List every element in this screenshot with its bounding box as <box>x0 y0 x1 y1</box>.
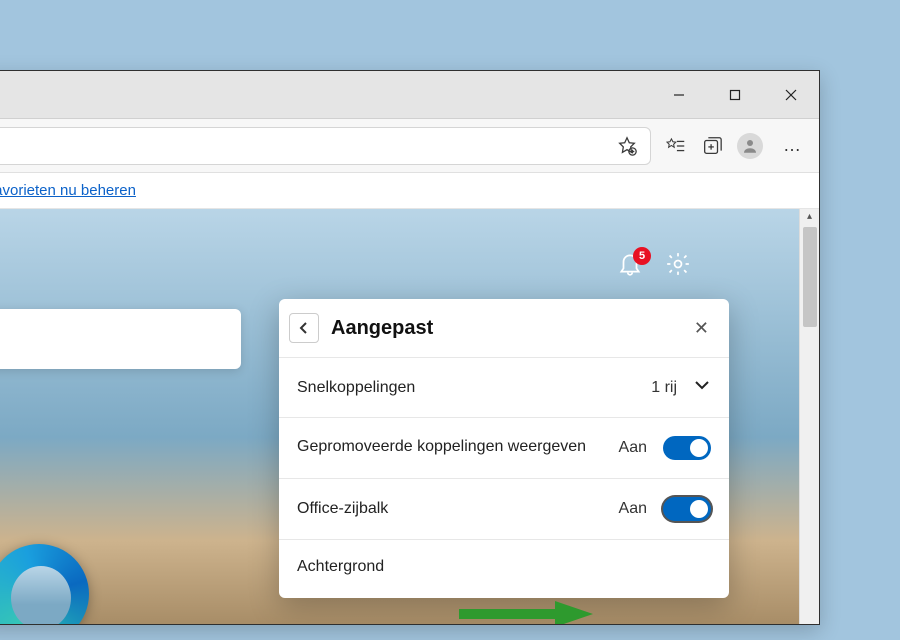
window-titlebar <box>0 71 819 119</box>
row-office-sidebar: Office-zijbalk Aan <box>279 478 729 539</box>
browser-window: … Favorieten nu beheren 5 <box>0 70 820 625</box>
row-shortcuts[interactable]: Snelkoppelingen 1 rij <box>279 357 729 417</box>
address-bar[interactable] <box>0 127 651 165</box>
close-window-button[interactable] <box>763 71 819 119</box>
maximize-button[interactable] <box>707 71 763 119</box>
manage-favorites-link[interactable]: Favorieten nu beheren <box>0 182 136 199</box>
ntp-actions: 5 <box>617 251 691 282</box>
favorites-infobar: Favorieten nu beheren <box>0 173 819 209</box>
row-office-value: Aan <box>619 500 647 518</box>
row-background[interactable]: Achtergrond <box>279 539 729 594</box>
notifications-button[interactable]: 5 <box>617 251 643 282</box>
page-settings-popup: Aangepast ✕ Snelkoppelingen 1 rij Geprom… <box>279 299 729 598</box>
profile-avatar[interactable] <box>737 133 763 159</box>
row-promoted-label: Gepromoveerde koppelingen weergeven <box>297 436 619 458</box>
row-shortcuts-label: Snelkoppelingen <box>297 379 651 397</box>
popup-title: Aangepast <box>331 317 688 340</box>
minimize-button[interactable] <box>651 71 707 119</box>
favorites-list-icon[interactable] <box>665 135 687 157</box>
row-promoted-value: Aan <box>619 439 647 457</box>
page-settings-button[interactable] <box>665 251 691 282</box>
promoted-links-toggle[interactable] <box>663 436 711 460</box>
ntp-search-bar[interactable] <box>0 309 241 369</box>
scroll-up-icon[interactable]: ▴ <box>800 211 819 222</box>
collections-icon[interactable] <box>701 135 723 157</box>
more-menu-icon[interactable]: … <box>777 135 809 156</box>
browser-toolbar: … <box>0 119 819 173</box>
row-background-label: Achtergrond <box>297 558 711 576</box>
add-favorite-icon[interactable] <box>616 135 638 157</box>
new-tab-content: 5 Aangepast ✕ <box>0 209 799 624</box>
popup-close-button[interactable]: ✕ <box>688 318 715 339</box>
row-promoted-links: Gepromoveerde koppelingen weergeven Aan <box>279 417 729 478</box>
notification-badge: 5 <box>633 247 651 265</box>
chevron-down-icon <box>693 376 711 399</box>
edge-logo-icon <box>0 544 89 624</box>
vertical-scrollbar[interactable]: ▴ <box>799 209 819 624</box>
popup-back-button[interactable] <box>289 313 319 343</box>
annotation-arrow-icon <box>455 599 595 624</box>
row-shortcuts-value: 1 rij <box>651 379 677 397</box>
scrollbar-thumb[interactable] <box>803 227 817 327</box>
row-office-label: Office-zijbalk <box>297 500 619 518</box>
office-sidebar-toggle[interactable] <box>663 497 711 521</box>
